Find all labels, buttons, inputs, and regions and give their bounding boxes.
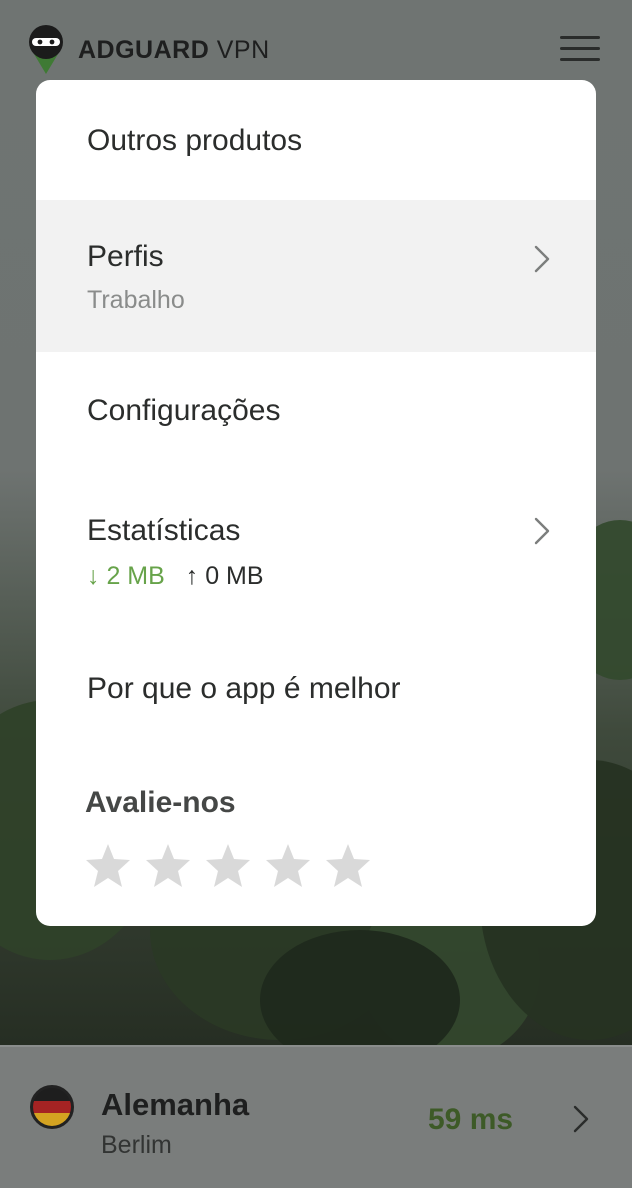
star-icon[interactable] <box>324 842 372 890</box>
germany-flag-icon <box>30 1085 74 1129</box>
menu-item-label: Outros produtos <box>87 124 303 157</box>
star-icon[interactable] <box>144 842 192 890</box>
menu-item-other-products[interactable]: Outros produtos <box>36 80 596 200</box>
menu-item-label: Configurações <box>87 394 281 427</box>
location-country: Alemanha <box>101 1087 250 1122</box>
dropdown-menu: Outros produtos Perfis Trabalho Configur… <box>36 80 596 926</box>
rate-us-section: Avalie-nos <box>36 736 596 926</box>
menu-item-why-better[interactable]: Por que o app é melhor <box>36 616 596 736</box>
adguard-logo-icon <box>29 25 63 74</box>
chevron-right-icon <box>534 245 550 273</box>
menu-item-sublabel: Trabalho <box>87 286 185 314</box>
menu-item-profiles[interactable]: Perfis Trabalho <box>36 200 596 352</box>
menu-item-label: Por que o app é melhor <box>87 672 401 705</box>
location-bar[interactable]: Alemanha Berlim 59 ms <box>0 1045 632 1188</box>
menu-item-statistics[interactable]: Estatísticas ↓ 2 MB ↑ 0 MB <box>36 464 596 616</box>
hamburger-menu-icon[interactable] <box>560 36 600 64</box>
upload-stat: ↑ 0 MB <box>185 562 264 590</box>
menu-item-label: Perfis <box>87 240 164 273</box>
chevron-right-icon <box>534 517 550 545</box>
star-icon[interactable] <box>204 842 252 890</box>
brand-bold: ADGUARD <box>78 36 210 64</box>
brand-light: VPN <box>216 36 270 64</box>
rating-stars <box>84 842 372 890</box>
rate-us-label: Avalie-nos <box>85 786 236 819</box>
brand-name: ADGUARD VPN <box>78 36 270 65</box>
star-icon[interactable] <box>84 842 132 890</box>
download-stat: ↓ 2 MB <box>87 562 165 590</box>
chevron-right-icon[interactable] <box>572 1104 590 1134</box>
ping-value: 59 ms <box>428 1103 514 1136</box>
location-city: Berlim <box>101 1131 172 1159</box>
menu-item-label: Estatísticas <box>87 514 241 547</box>
star-icon[interactable] <box>264 842 312 890</box>
traffic-stats: ↓ 2 MB ↑ 0 MB <box>87 562 596 591</box>
menu-item-settings[interactable]: Configurações <box>36 352 596 464</box>
